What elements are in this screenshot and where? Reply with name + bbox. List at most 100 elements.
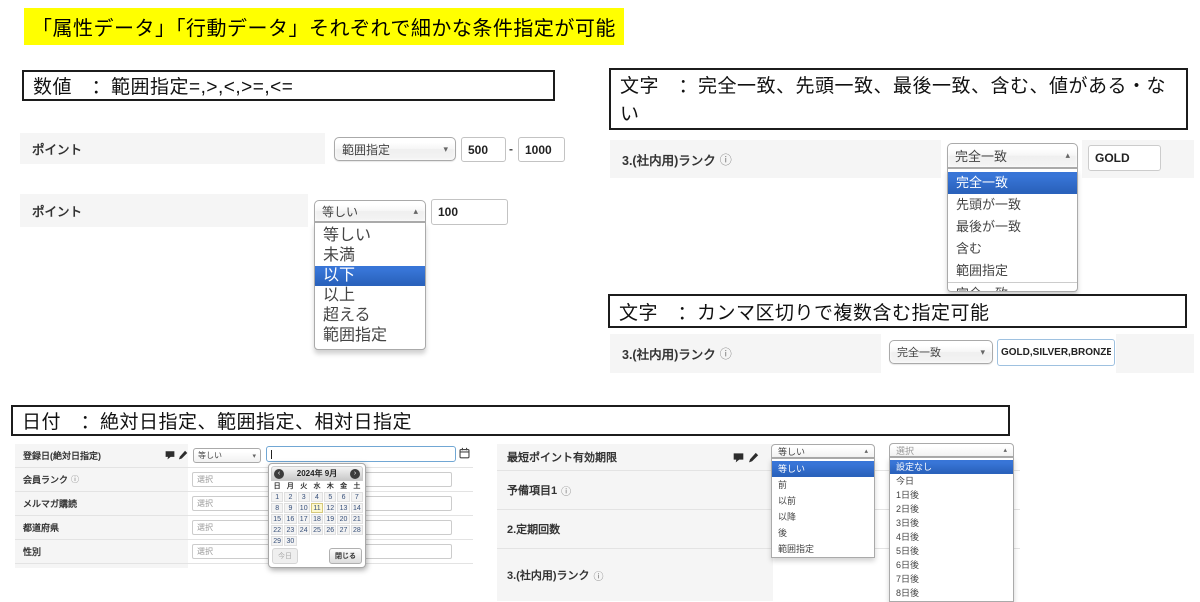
heading-numeric: 数値 ：範囲指定=,>,<,>=,<=	[22, 70, 555, 101]
field-label: 都道府県	[23, 521, 59, 534]
calendar-day[interactable]: 5	[324, 492, 336, 502]
calendar-day[interactable]: 8	[271, 503, 283, 513]
dropdown-option[interactable]: 最後が一致	[948, 216, 1077, 238]
datepicker-header: ‹ 2024年 9月 ›	[271, 466, 363, 481]
info-icon: ⓘ	[594, 568, 604, 583]
comment-icon[interactable]	[165, 450, 175, 460]
calendar-day[interactable]: 28	[351, 525, 363, 535]
rank-multi-value-input[interactable]	[997, 339, 1115, 366]
calendar-day[interactable]: 16	[284, 514, 296, 524]
dropdown-option[interactable]: 6日後	[890, 558, 1013, 572]
relative-operator-dropdown[interactable]: 等しい ▴	[771, 444, 875, 458]
calendar-day[interactable]: 15	[271, 514, 283, 524]
operator-dropdown-point-range[interactable]: 範囲指定 ▾	[334, 137, 456, 161]
calendar-day[interactable]: 24	[298, 525, 310, 535]
next-month-button[interactable]: ›	[350, 469, 360, 479]
datepicker-popup: ‹ 2024年 9月 › 日 月 火 水 木 金 土 1 2 3 4 5 6 7…	[268, 463, 366, 568]
calendar-day[interactable]: 3	[298, 492, 310, 502]
calendar-day[interactable]: 20	[337, 514, 349, 524]
dropdown-option-selected[interactable]: 以下	[315, 266, 425, 286]
range-from-input[interactable]	[461, 137, 506, 162]
calendar-day[interactable]: 2	[284, 492, 296, 502]
field-label: 2.定期回数	[507, 521, 560, 537]
calendar-day[interactable]: 19	[324, 514, 336, 524]
form-row-gender: 性別	[15, 540, 473, 564]
calendar-day[interactable]: 30	[284, 536, 296, 546]
calendar-day[interactable]: 23	[284, 525, 296, 535]
calendar-day	[311, 536, 323, 546]
dropdown-option[interactable]: 未満	[315, 246, 425, 266]
dropdown-option[interactable]: 範囲指定	[948, 260, 1077, 282]
dropdown-option[interactable]: 範囲指定	[315, 326, 425, 346]
info-icon: ⓘ	[720, 345, 732, 362]
dropdown-option[interactable]: 3日後	[890, 516, 1013, 530]
close-button[interactable]: 閉じる	[329, 548, 362, 564]
calendar-day[interactable]: 21	[351, 514, 363, 524]
dropdown-option[interactable]: 後	[772, 525, 874, 541]
calendar-day[interactable]: 22	[271, 525, 283, 535]
calendar-day[interactable]: 14	[351, 503, 363, 513]
field-label: 3.(社内用)ランク	[622, 344, 716, 363]
calendar-day[interactable]: 1	[271, 492, 283, 502]
calendar-day[interactable]: 7	[351, 492, 363, 502]
dropdown-option[interactable]: 以上	[315, 286, 425, 306]
match-dropdown-rank-comma[interactable]: 完全一致 ▾	[889, 340, 993, 364]
dropdown-option[interactable]: 範囲指定	[772, 541, 874, 557]
field-label: 予備項目1	[507, 482, 557, 498]
calendar-day[interactable]: 29	[271, 536, 283, 546]
date-operator-dropdown[interactable]: 等しい ▾	[193, 448, 261, 463]
match-dropdown-rank[interactable]: 完全一致 ▴	[947, 143, 1078, 168]
dropdown-option[interactable]: 等しい	[315, 226, 425, 246]
calendar-day[interactable]: 25	[311, 525, 323, 535]
relative-day-dropdown[interactable]: 選択 ▴	[889, 443, 1014, 457]
dropdown-option[interactable]: 8日後	[890, 586, 1013, 600]
dropdown-option[interactable]: 2日後	[890, 502, 1013, 516]
dropdown-option[interactable]: 超える	[315, 306, 425, 326]
rank-value-input[interactable]	[1088, 145, 1161, 171]
dropdown-option[interactable]: 前	[772, 477, 874, 493]
dropdown-option[interactable]: 7日後	[890, 572, 1013, 586]
dropdown-option[interactable]: 1日後	[890, 488, 1013, 502]
date-input[interactable]	[266, 446, 456, 462]
dropdown-option[interactable]: 5日後	[890, 544, 1013, 558]
calendar-day[interactable]: 9	[284, 503, 296, 513]
calendar-day[interactable]: 12	[324, 503, 336, 513]
dropdown-value: 等しい	[198, 450, 222, 461]
calendar-day-today[interactable]: 11	[311, 503, 323, 513]
datepicker-footer: 今日 閉じる	[271, 548, 363, 565]
dropdown-option[interactable]: 完全一致	[948, 282, 1077, 292]
dropdown-option[interactable]: 含む	[948, 238, 1077, 260]
dropdown-option-selected[interactable]: 等しい	[772, 461, 874, 477]
calendar-day[interactable]: 13	[337, 503, 349, 513]
calendar-day[interactable]: 27	[337, 525, 349, 535]
dropdown-option[interactable]: 今日	[890, 474, 1013, 488]
edit-pencil-icon[interactable]	[178, 450, 188, 460]
dropdown-option[interactable]: 4日後	[890, 530, 1013, 544]
dropdown-option-selected[interactable]: 設定なし	[890, 460, 1013, 474]
dropdown-option[interactable]: 以前	[772, 493, 874, 509]
dropdown-placeholder: 選択	[896, 444, 914, 457]
field-label: メルマガ購読	[23, 497, 77, 510]
calendar-week: 15 16 17 18 19 20 21	[271, 514, 363, 524]
calendar-day[interactable]: 10	[298, 503, 310, 513]
operator-dropdown-point-equal[interactable]: 等しい ▴	[314, 200, 426, 222]
dropdown-option[interactable]: 先頭が一致	[948, 194, 1077, 216]
range-to-input[interactable]	[518, 137, 565, 162]
today-button[interactable]: 今日	[272, 548, 298, 564]
dropdown-option-selected[interactable]: 完全一致	[948, 172, 1077, 194]
equal-value-input[interactable]	[431, 199, 508, 225]
prev-month-button[interactable]: ‹	[274, 469, 284, 479]
calendar-day[interactable]: 26	[324, 525, 336, 535]
dropdown-option[interactable]: 以降	[772, 509, 874, 525]
screenshot-canvas: { "title": "「属性データ」「行動データ」それぞれで細かな条件指定が可…	[0, 0, 1200, 601]
calendar-day[interactable]: 17	[298, 514, 310, 524]
calendar-icon[interactable]	[459, 447, 470, 459]
chevron-down-icon: ▾	[980, 347, 985, 358]
edit-pencil-icon[interactable]	[748, 452, 759, 463]
comment-icon[interactable]	[733, 452, 744, 463]
calendar-day[interactable]: 18	[311, 514, 323, 524]
field-row-point-range: ポイント	[20, 133, 325, 164]
calendar-day[interactable]: 4	[311, 492, 323, 502]
match-options-list: 完全一致 先頭が一致 最後が一致 含む 範囲指定 完全一致	[947, 168, 1078, 292]
calendar-day[interactable]: 6	[337, 492, 349, 502]
